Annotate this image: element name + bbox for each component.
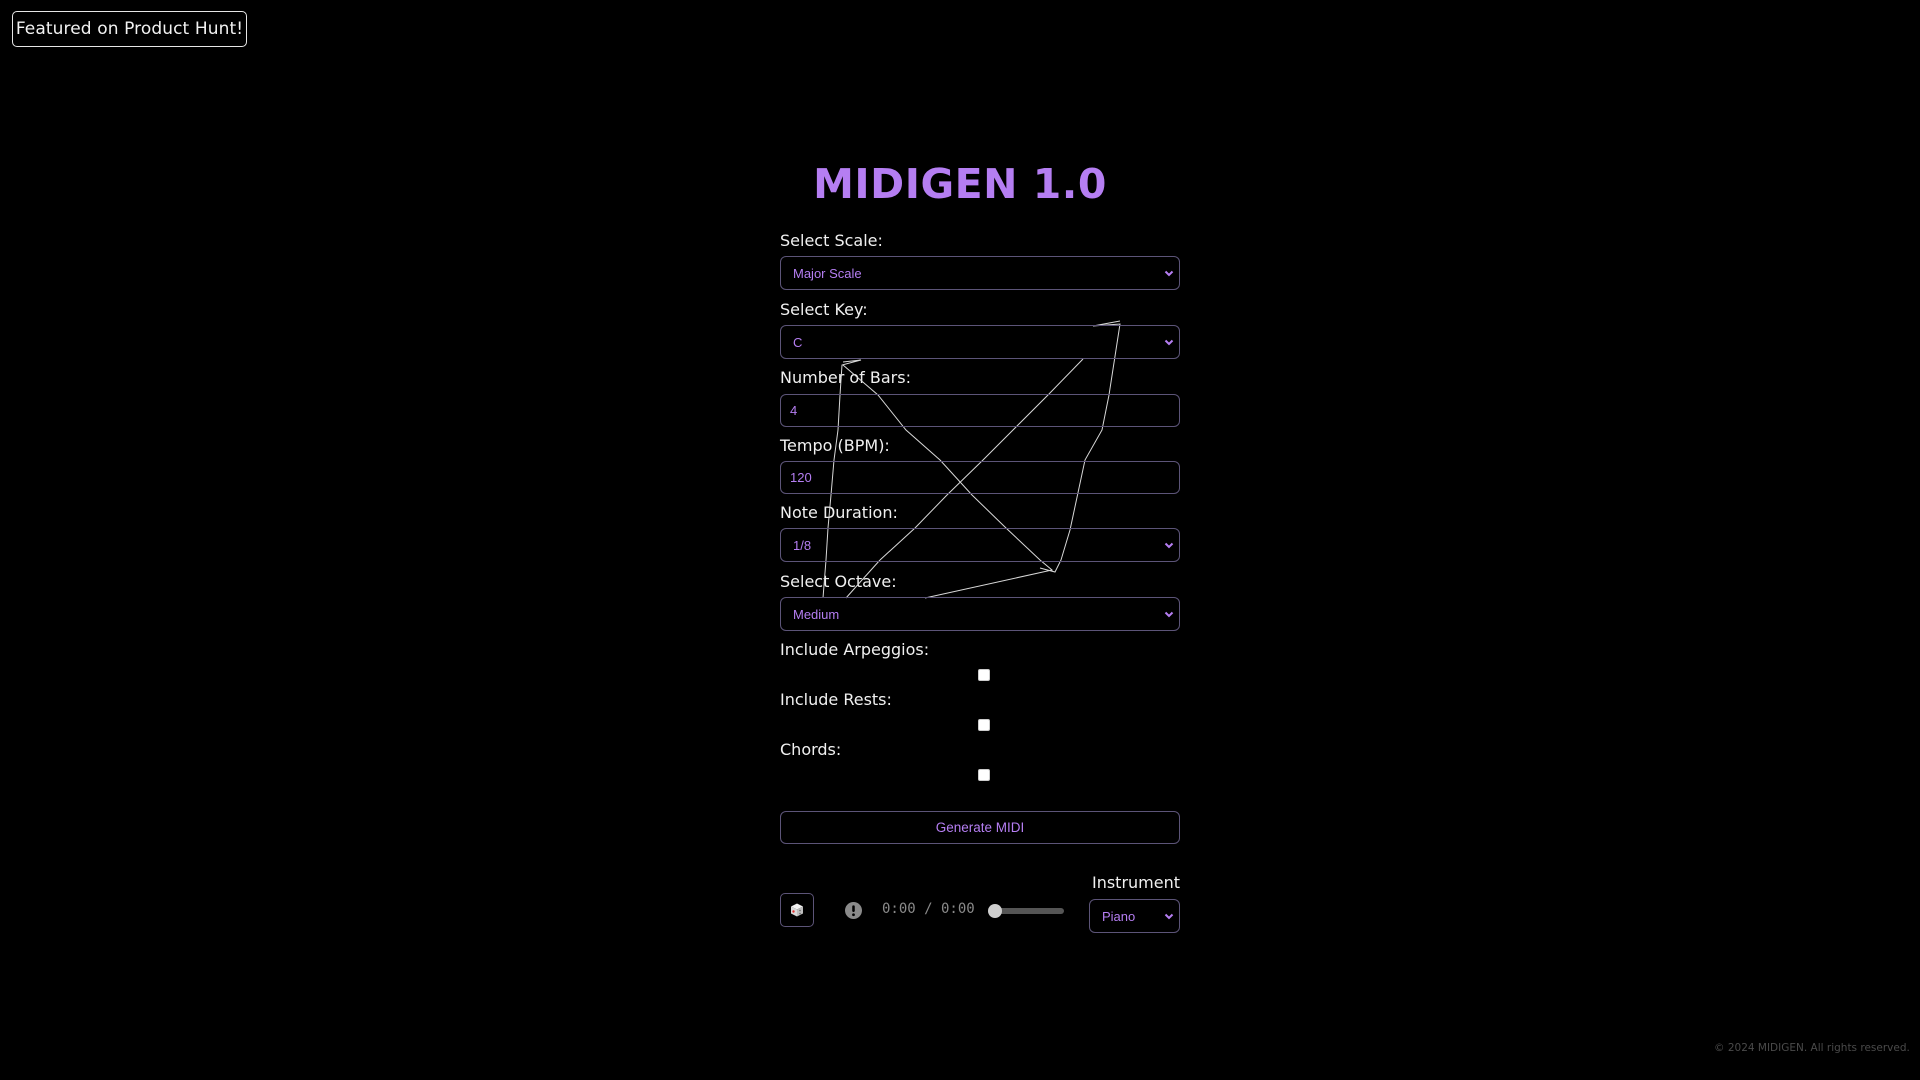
duration-select-value: 1/8 [793, 537, 812, 553]
tempo-input-value: 120 [790, 470, 812, 485]
tempo-label: Tempo (BPM): [780, 436, 890, 455]
scale-select-value: Major Scale [793, 265, 862, 281]
chevron-down-icon [1164, 339, 1174, 346]
chords-label: Chords: [780, 740, 842, 759]
bars-input-value: 4 [790, 403, 798, 418]
bars-label: Number of Bars: [780, 368, 911, 387]
key-label: Select Key: [780, 300, 868, 319]
chords-checkbox[interactable] [978, 769, 990, 781]
page-title: MIDIGEN 1.0 [813, 160, 1107, 208]
generate-midi-button[interactable]: Generate MIDI [780, 811, 1180, 844]
slider-thumb[interactable] [988, 904, 1002, 918]
playback-progress-slider[interactable] [988, 904, 1064, 918]
rests-checkbox[interactable] [978, 719, 990, 731]
chevron-down-icon [1164, 611, 1174, 618]
slider-track [992, 908, 1064, 914]
product-hunt-badge[interactable]: Featured on Product Hunt! [12, 11, 247, 47]
chevron-down-icon [1164, 913, 1174, 920]
arpeggios-checkbox[interactable] [978, 669, 990, 681]
footer-copyright: © 2024 MIDIGEN. All rights reserved. [1714, 1042, 1910, 1054]
arpeggios-label: Include Arpeggios: [780, 640, 930, 659]
alert-circle-icon [845, 902, 862, 919]
scale-select[interactable]: Major Scale [780, 256, 1180, 290]
instrument-select-value: Piano [1102, 908, 1136, 924]
octave-label: Select Octave: [780, 572, 897, 591]
scale-label: Select Scale: [780, 231, 883, 250]
instrument-select[interactable]: Piano [1089, 899, 1180, 933]
rests-label: Include Rests: [780, 690, 892, 709]
octave-select[interactable]: Medium [780, 597, 1180, 631]
dice-icon [791, 903, 803, 917]
duration-label: Note Duration: [780, 503, 898, 522]
instrument-label: Instrument [1091, 873, 1180, 892]
bars-input[interactable]: 4 [780, 394, 1180, 427]
randomize-button[interactable] [780, 893, 814, 927]
key-select[interactable]: C [780, 325, 1180, 359]
octave-select-value: Medium [793, 606, 840, 622]
chevron-down-icon [1164, 270, 1174, 277]
playback-time: 0:00 / 0:00 [882, 901, 975, 917]
key-select-value: C [793, 334, 803, 350]
chevron-down-icon [1164, 542, 1174, 549]
duration-select[interactable]: 1/8 [780, 528, 1180, 562]
tempo-input[interactable]: 120 [780, 461, 1180, 494]
